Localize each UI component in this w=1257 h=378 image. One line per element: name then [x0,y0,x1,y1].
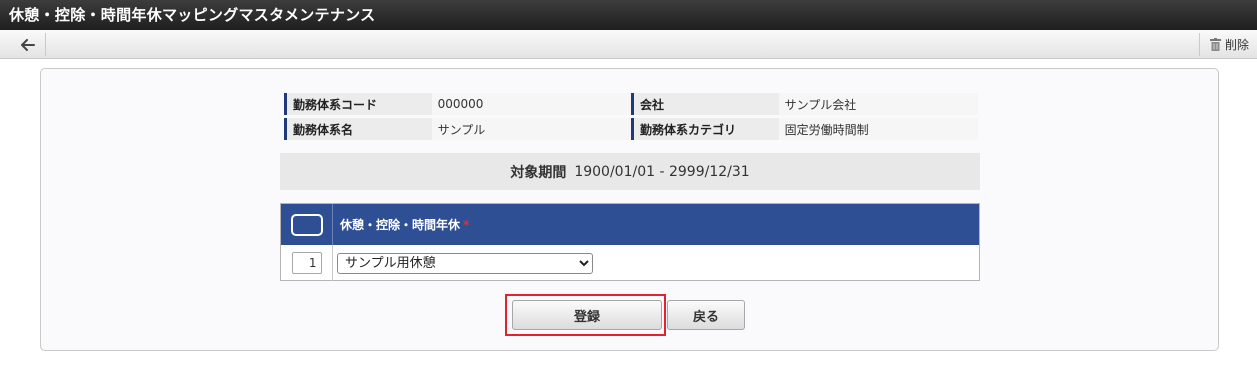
row-number-input[interactable]: 1 [291,252,322,274]
column-title: 休憩・控除・時間年休 [340,218,461,232]
back-button[interactable]: 戻る [667,300,745,330]
info-row: 勤務体系コード 000000 会社 サンプル会社 [284,93,978,115]
delete-button[interactable]: 削除 [1198,33,1249,56]
register-button[interactable]: 登録 [512,300,662,330]
row-number-cell: 1 [281,245,333,281]
company-label: 会社 [631,93,779,115]
work-system-name-value: サンプル [431,118,632,140]
back-arrow-button[interactable] [10,33,46,56]
period-bar: 対象期間 1900/01/01 - 2999/12/31 [280,153,980,190]
work-system-category-label: 勤務体系カテゴリ [631,118,779,140]
info-table: 勤務体系コード 000000 会社 サンプル会社 勤務体系名 サンプル 勤務体系… [284,90,978,143]
break-select[interactable]: サンプル用休憩 [337,252,593,274]
work-system-category-value: 固定労働時間制 [778,118,978,140]
window-title: 休憩・控除・時間年休マッピングマスタメンテナンス [0,0,1257,30]
table-row: 1 サンプル用休憩 [281,245,979,281]
select-all-cell [281,204,333,245]
period-label: 対象期間 [510,164,567,181]
arrow-left-icon [20,38,35,51]
column-header: 休憩・控除・時間年休 * [333,216,469,233]
work-system-name-label: 勤務体系名 [284,118,432,140]
break-select-wrap: サンプル用休憩 [337,252,593,274]
trash-icon [1209,38,1221,51]
work-system-code-value: 000000 [431,93,632,115]
delete-label: 削除 [1224,38,1249,52]
required-mark: * [463,218,470,232]
info-row: 勤務体系名 サンプル 勤務体系カテゴリ 固定労働時間制 [284,118,978,140]
toolbar: 削除 [0,30,1257,59]
company-value: サンプル会社 [778,93,978,115]
select-all-checkbox[interactable] [290,213,323,236]
period-value: 1900/01/01 - 2999/12/31 [574,163,750,180]
work-system-code-label: 勤務体系コード [284,93,432,115]
mapping-grid: 休憩・控除・時間年休 * 1 サンプル用休憩 [280,203,980,281]
grid-header: 休憩・控除・時間年休 * [281,204,979,245]
